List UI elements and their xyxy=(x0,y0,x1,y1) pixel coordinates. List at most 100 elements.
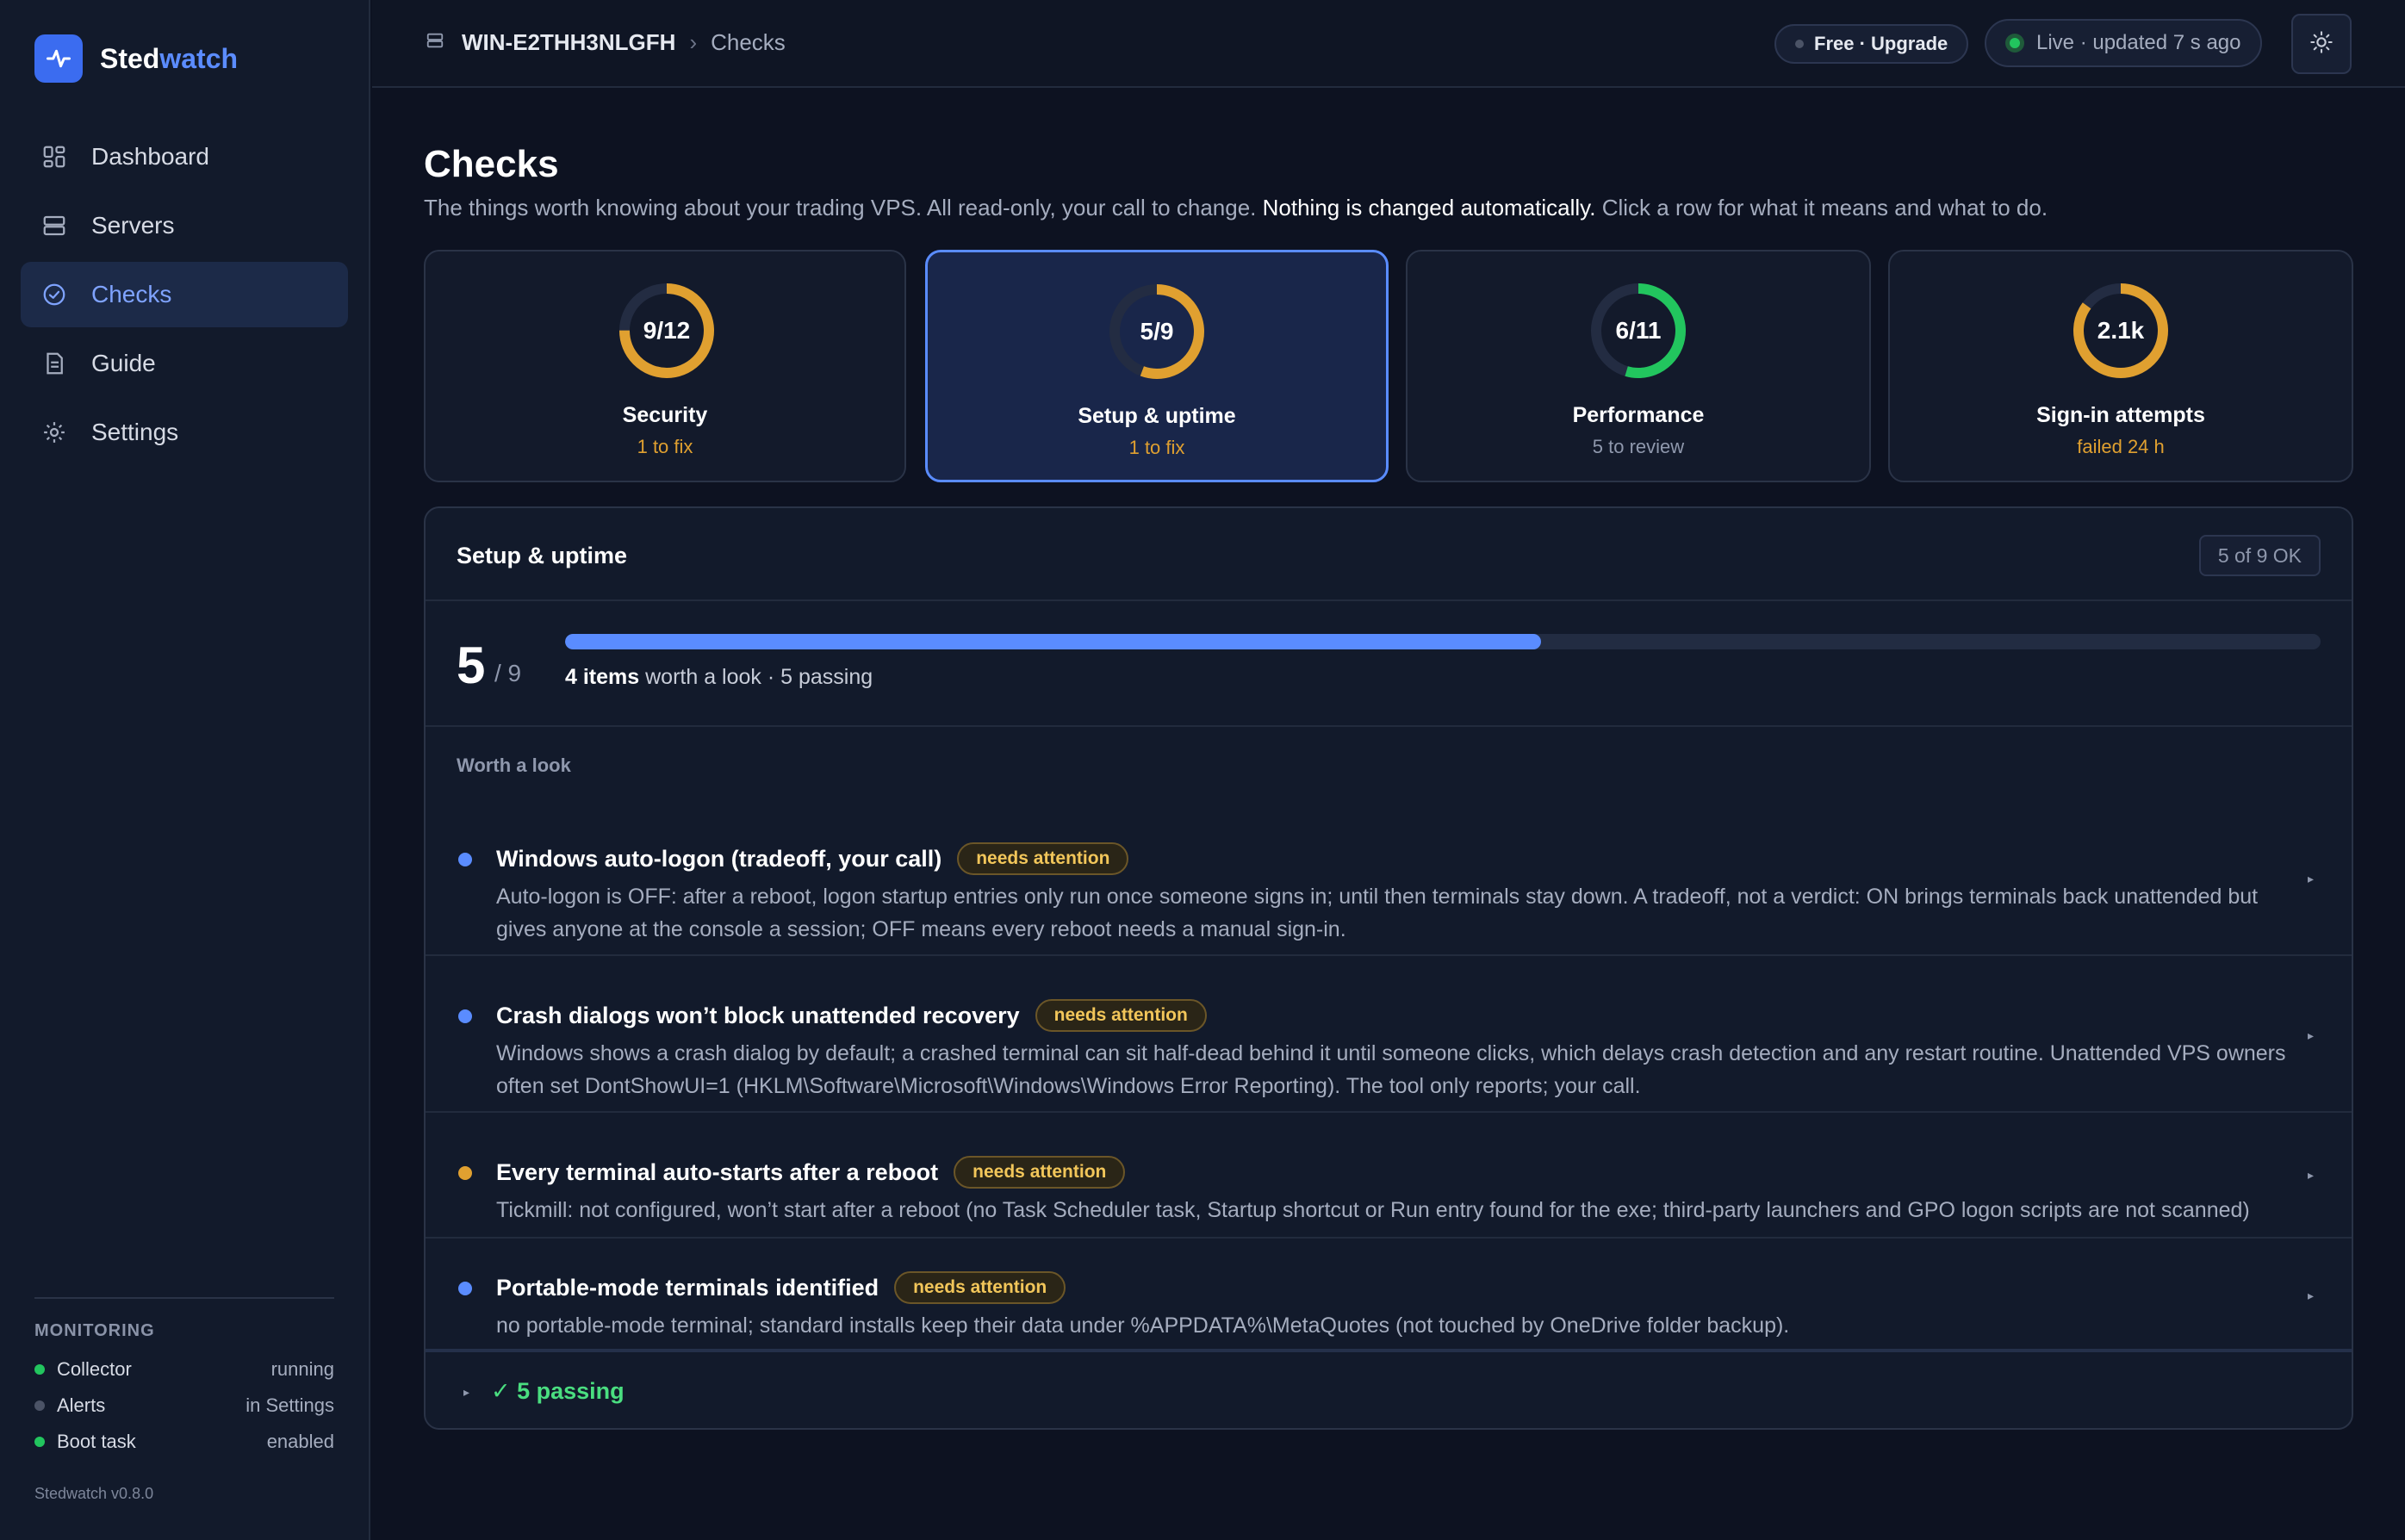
brand[interactable]: Stedwatch xyxy=(34,34,238,83)
monitoring-value: enabled xyxy=(266,1431,334,1452)
card-value: 2.1k xyxy=(2097,317,2145,344)
check-row[interactable]: Windows auto-logon (tradeoff, your call)… xyxy=(426,798,2352,956)
monitoring-value: running xyxy=(270,1358,334,1380)
live-label: Live · updated 7 s ago xyxy=(2036,31,2241,54)
card-name: Security xyxy=(622,403,708,427)
live-dot-icon xyxy=(2005,34,2024,53)
sidebar-item-settings[interactable]: Settings xyxy=(21,400,348,465)
check-title-line: Portable-mode terminals identified needs … xyxy=(496,1271,1066,1304)
check-row[interactable]: Every terminal auto-starts after a reboo… xyxy=(426,1113,2352,1239)
card-name: Setup & uptime xyxy=(1078,404,1236,428)
card-sub: 5 to review xyxy=(1592,436,1685,457)
summary-cards: 9/12 Security 1 to fix 5/9 Setup & uptim… xyxy=(424,250,2353,482)
status-dot-icon xyxy=(34,1400,45,1411)
live-status: Live · updated 7 s ago xyxy=(1985,19,2262,67)
status-dot-icon xyxy=(458,1166,472,1180)
dashboard-icon xyxy=(41,144,67,170)
panel-title: Setup & uptime xyxy=(457,543,628,568)
sidebar-item-label: Dashboard xyxy=(91,143,209,170)
check-description: Windows shows a crash dialog by default;… xyxy=(496,1041,2286,1098)
check-title: Every terminal auto-starts after a reboo… xyxy=(496,1158,939,1185)
card-sub: 1 to fix xyxy=(1128,437,1185,458)
server-icon xyxy=(41,213,67,239)
upgrade-pill[interactable]: Free · Upgrade xyxy=(1774,24,1969,64)
chevron-right-icon: ▸ xyxy=(2307,1028,2314,1042)
brand-name-part2: watch xyxy=(159,42,239,74)
page-title: Checks xyxy=(424,143,559,185)
card-sub: failed 24 h xyxy=(2077,436,2165,457)
sidebar-item-servers[interactable]: Servers xyxy=(21,193,348,258)
card-setup-uptime[interactable]: 5/9 Setup & uptime 1 to fix xyxy=(925,250,1389,482)
monitoring-label: Alerts xyxy=(57,1394,106,1416)
panel-header: Setup & uptime 5 of 9 OK xyxy=(426,508,2352,601)
passing-label: ✓ 5 passing xyxy=(491,1378,625,1404)
brand-name: Stedwatch xyxy=(100,43,238,75)
needs-attention-badge: needs attention xyxy=(957,842,1129,875)
check-title-line: Crash dialogs won’t block unattended rec… xyxy=(496,999,1207,1032)
sidebar-nav: Dashboard Servers Checks Guide Settings xyxy=(21,124,348,469)
status-dot-icon xyxy=(34,1364,45,1375)
score-summary: 5 / 9 4 items worth a look · 5 passing xyxy=(426,601,2352,727)
score-summary-text: 4 items worth a look · 5 passing xyxy=(565,665,873,690)
monitoring-value: in Settings xyxy=(245,1394,334,1416)
card-value: 5/9 xyxy=(1140,318,1174,345)
sidebar-item-guide[interactable]: Guide xyxy=(21,331,348,396)
card-value: 6/11 xyxy=(1615,317,1662,344)
section-label: Worth a look xyxy=(457,754,571,776)
chevron-right-icon: ▸ xyxy=(2307,872,2314,885)
monitoring-label: Boot task xyxy=(57,1431,136,1452)
card-name: Performance xyxy=(1572,403,1705,427)
check-row[interactable]: Portable-mode terminals identified needs … xyxy=(426,1239,2352,1349)
monitoring-label: Collector xyxy=(57,1358,132,1380)
breadcrumb: WIN-E2THH3NLGFH › Checks xyxy=(426,29,786,56)
card-sign-in-attempts[interactable]: 2.1k Sign-in attempts failed 24 h xyxy=(1888,250,2353,482)
passing-toggle[interactable]: ▸ ✓ 5 passing xyxy=(426,1349,2352,1428)
score-total: / 9 xyxy=(494,660,522,686)
sidebar-item-label: Checks xyxy=(91,281,172,307)
plan-dot-icon xyxy=(1795,40,1804,48)
document-icon xyxy=(41,351,67,376)
breadcrumb-page: Checks xyxy=(711,29,786,55)
check-title-line: Every terminal auto-starts after a reboo… xyxy=(496,1156,1126,1189)
sidebar-item-label: Servers xyxy=(91,212,175,239)
progress-bar-fill xyxy=(565,634,1542,649)
check-description: no portable-mode terminal; standard inst… xyxy=(496,1313,1790,1338)
monitoring-title: MONITORING xyxy=(34,1321,155,1340)
subtitle-emphasis: Nothing is changed automatically. xyxy=(1262,195,1596,220)
summary-rest: worth a look · 5 passing xyxy=(639,665,873,689)
check-circle-icon xyxy=(41,282,67,307)
card-value: 9/12 xyxy=(643,317,691,344)
monitoring-panel: MONITORING Collector running Alerts in S… xyxy=(34,1297,334,1460)
summary-count: 4 items xyxy=(565,665,640,689)
sidebar-item-label: Settings xyxy=(91,419,179,445)
theme-toggle-button[interactable] xyxy=(2291,14,2352,74)
sidebar: Stedwatch Dashboard Servers Checks Guide xyxy=(0,0,370,1540)
subtitle-part: Click a row for what it means and what t… xyxy=(1595,195,2048,220)
subtitle-part: The things worth knowing about your trad… xyxy=(424,195,1263,220)
sun-icon xyxy=(2309,30,2334,59)
needs-attention-badge: needs attention xyxy=(954,1156,1126,1189)
upgrade-label: Free · Upgrade xyxy=(1814,33,1948,54)
status-dot-icon xyxy=(458,853,472,866)
check-title: Portable-mode terminals identified xyxy=(496,1274,879,1301)
card-security[interactable]: 9/12 Security 1 to fix xyxy=(424,250,906,482)
breadcrumb-separator: › xyxy=(689,29,698,55)
sidebar-item-dashboard[interactable]: Dashboard xyxy=(21,124,348,189)
card-name: Sign-in attempts xyxy=(2036,403,2205,427)
sidebar-item-checks[interactable]: Checks xyxy=(21,262,348,327)
check-title: Windows auto-logon (tradeoff, your call) xyxy=(496,845,942,872)
check-row[interactable]: Crash dialogs won’t block unattended rec… xyxy=(426,956,2352,1113)
gear-icon xyxy=(41,419,67,445)
brand-name-part1: Sted xyxy=(100,42,160,74)
server-icon xyxy=(426,29,444,56)
progress-bar xyxy=(565,634,2321,649)
page-subtitle: The things worth knowing about your trad… xyxy=(424,195,2048,221)
check-title-line: Windows auto-logon (tradeoff, your call)… xyxy=(496,842,1129,875)
pulse-logo-icon xyxy=(34,34,83,83)
monitoring-row-collector: Collector running xyxy=(34,1351,334,1388)
ok-count-badge: 5 of 9 OK xyxy=(2198,535,2321,576)
card-performance[interactable]: 6/11 Performance 5 to review xyxy=(1406,250,1871,482)
needs-attention-badge: needs attention xyxy=(894,1271,1066,1304)
breadcrumb-host[interactable]: WIN-E2THH3NLGFH xyxy=(462,29,675,56)
card-sub: 1 to fix xyxy=(637,436,693,457)
